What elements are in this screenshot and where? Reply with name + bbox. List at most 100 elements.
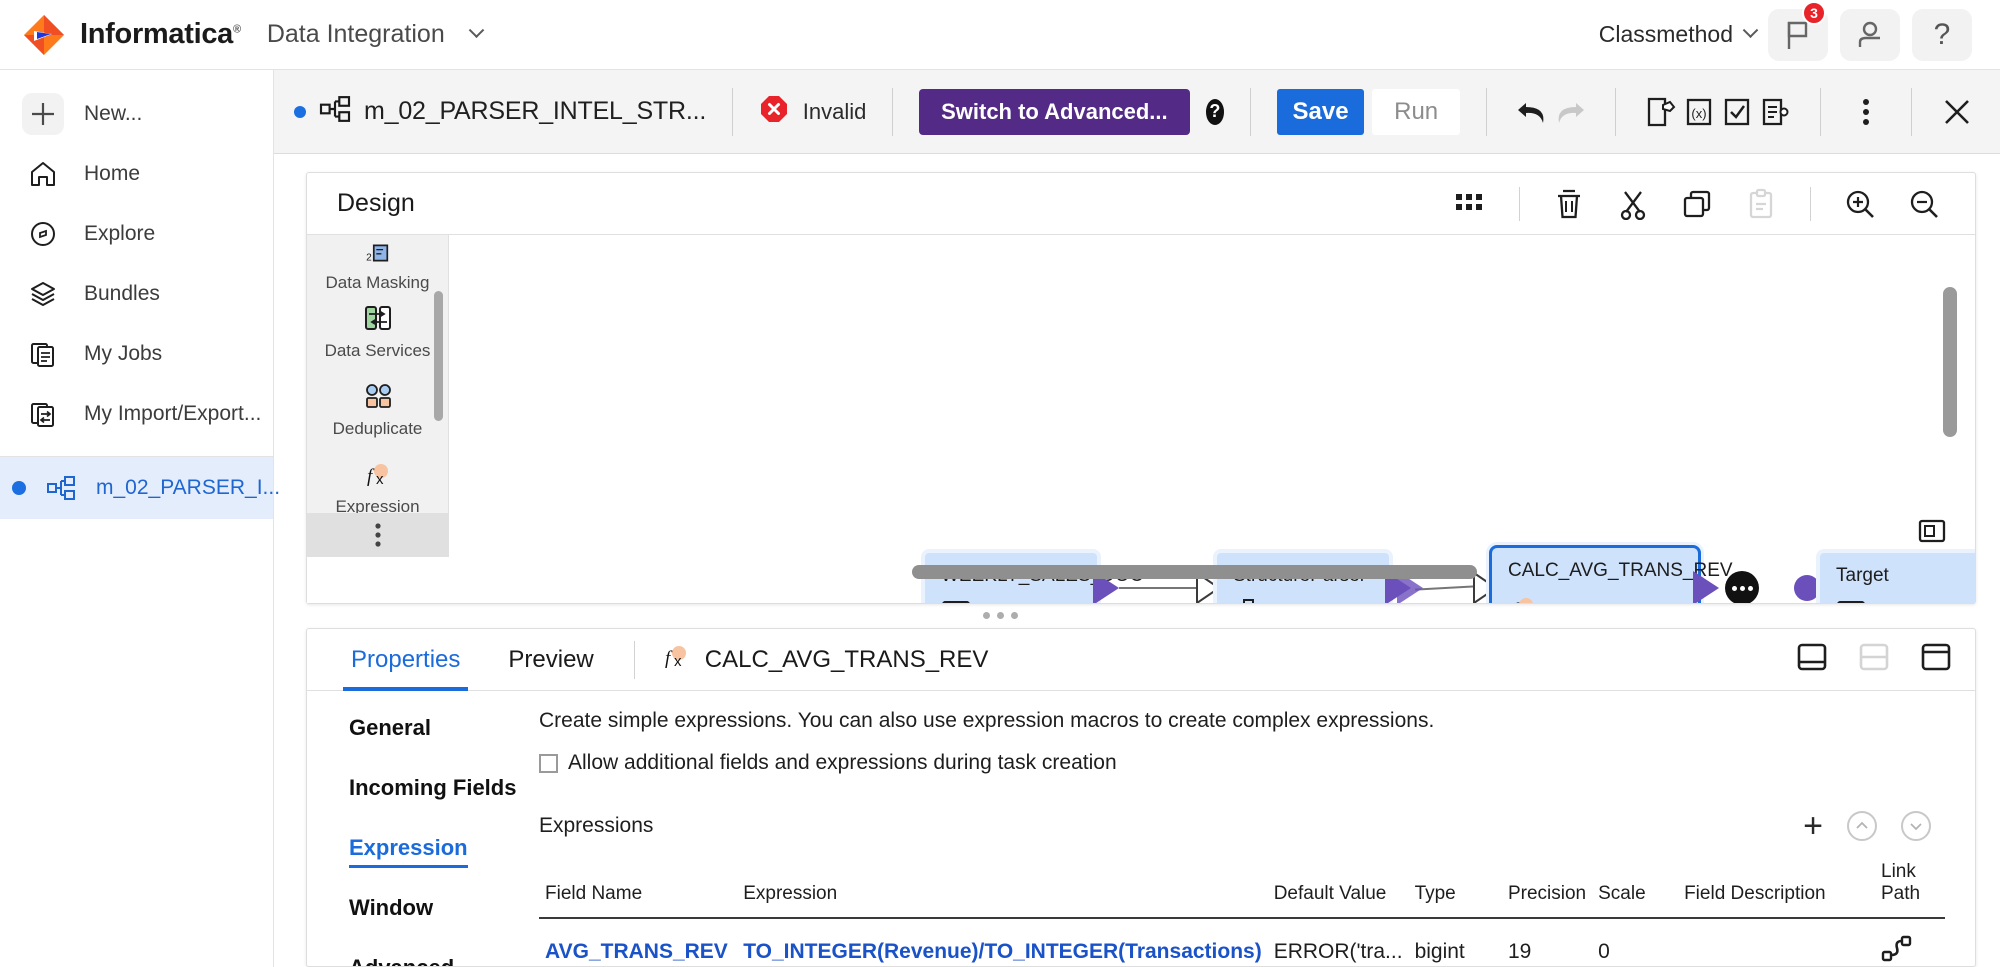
selected-object-header: fx CALC_AVG_TRANS_REV [661,642,989,677]
sidebar-item-my-import-export[interactable]: My Import/Export... [0,384,273,444]
redo-icon[interactable] [1551,85,1589,139]
mapping-icon [40,467,82,509]
palette-more-button[interactable] [307,513,448,557]
col-field-description: Field Description [1678,857,1875,919]
run-button[interactable]: Run [1372,88,1460,135]
toolbar-divider-7 [1911,87,1912,136]
canvas-horizontal-scrollbar[interactable] [912,565,1477,579]
tab-preview[interactable]: Preview [500,629,601,691]
transformation-palette[interactable]: 2 Data Masking Data Services Deduplicate [307,235,449,557]
cell-field-name[interactable]: AVG_TRANS_REV [545,940,728,963]
product-name: Data Integration [266,20,445,48]
expression-unconnected-indicator[interactable] [1725,571,1759,603]
properties-nav-window[interactable]: Window [349,895,433,921]
cell-field-description[interactable] [1678,918,1875,966]
palette-item-deduplicate[interactable]: Deduplicate [307,371,448,449]
add-expression-button[interactable]: + [1803,809,1823,843]
layout-bottom-icon[interactable] [1795,641,1829,678]
properties-nav-advanced[interactable]: Advanced [349,955,454,966]
allow-additional-fields-checkbox[interactable] [539,753,558,773]
product-chevron-down-icon[interactable] [468,22,485,39]
paste-icon[interactable] [1734,177,1788,231]
zoom-in-icon[interactable] [1833,177,1887,231]
move-up-button[interactable] [1847,811,1877,841]
expressions-label: Expressions [539,814,654,837]
table-row[interactable]: AVG_TRANS_REV TO_INTEGER(Revenue)/TO_INT… [539,918,1945,966]
home-icon [22,153,64,195]
brand-name: Informatica® [80,18,241,50]
copy-icon[interactable] [1670,177,1724,231]
sidebar-item-my-jobs[interactable]: My Jobs [0,324,273,384]
properties-body: General Incoming Fields Expression Windo… [307,691,1975,966]
mapping-canvas[interactable]: 2 Data Masking Data Services Deduplicate [307,235,1975,603]
link-parser-to-expression [1414,585,1476,591]
link-path-icon[interactable] [1881,935,1913,966]
undo-icon[interactable] [1513,85,1551,139]
properties-tab-divider [633,640,635,679]
cell-default-value[interactable]: ERROR('tra... [1268,918,1409,966]
sidebar-item-explore[interactable]: Explore [0,204,273,264]
invalid-icon [759,94,789,129]
sidebar-item-label-my-import-export: My Import/Export... [84,402,262,425]
switch-to-advanced-button[interactable]: Switch to Advanced... [919,88,1190,135]
palette-scrollbar[interactable] [434,291,443,421]
mapping-toolbar: m_02_PARSER_INTEL_STR... Invalid Switch … [274,70,2000,154]
layout-top-icon[interactable] [1919,641,1953,678]
col-scale: Scale [1592,857,1679,919]
node-calc-avg-trans-rev[interactable]: CALC_AVG_TRANS_REV fx [1489,545,1733,603]
parameters-icon[interactable] [1642,85,1680,139]
question-mark-icon: ? [1933,17,1951,51]
brand-area[interactable]: Informatica® Data Integration [0,13,485,57]
zoom-out-icon[interactable] [1897,177,1951,231]
sidebar-item-new[interactable]: New... [0,84,273,144]
unsaved-dot-icon [12,481,26,495]
palette-label-data-services: Data Services [324,340,431,360]
properties-nav-incoming-fields[interactable]: Incoming Fields [349,775,516,801]
org-chevron-down-icon[interactable] [1742,22,1759,39]
palette-item-data-masking[interactable]: 2 Data Masking [307,235,448,293]
notes-icon[interactable] [1756,85,1794,139]
panel-resize-grip[interactable] [0,612,2000,619]
mapping-type-icon [318,95,352,128]
cell-expression[interactable]: TO_INTEGER(Revenue)/TO_INTEGER(Transacti… [743,940,1262,963]
properties-nav-expression[interactable]: Expression [349,835,468,868]
more-options-icon[interactable] [1847,85,1885,139]
col-type: Type [1408,857,1502,919]
layout-split-icon[interactable] [1857,641,1891,678]
informatica-logo-icon [22,13,66,57]
sidebar-item-home[interactable]: Home [0,144,273,204]
variables-icon[interactable]: (x) [1680,85,1718,139]
validation-status: Invalid [759,94,866,129]
sidebar-open-document[interactable]: m_02_PARSER_I... [0,457,280,519]
cell-scale[interactable]: 0 [1592,918,1678,966]
validate-icon[interactable] [1718,85,1756,139]
toolbar-divider-4 [1485,87,1487,136]
user-profile-button[interactable] [1840,8,1900,61]
allow-additional-fields-row[interactable]: Allow additional fields and expressions … [539,751,1945,775]
move-down-button[interactable] [1901,811,1931,841]
tab-properties[interactable]: Properties [343,629,469,691]
svg-text:x: x [674,653,682,670]
help-button[interactable]: ? [1912,8,1972,61]
save-button[interactable]: Save [1276,88,1365,135]
advanced-help-icon[interactable]: ? [1205,98,1225,125]
delete-icon[interactable] [1542,177,1596,231]
grid-icon[interactable] [1443,177,1497,231]
notifications-button[interactable]: 3 [1768,0,1828,61]
palette-item-data-services[interactable]: Data Services [307,293,448,371]
canvas-overview-icon[interactable] [1917,516,1947,551]
org-switcher[interactable]: Classmethod [1599,21,1759,48]
properties-nav-general[interactable]: General [349,715,431,741]
cell-precision[interactable]: 19 [1502,918,1592,966]
design-toolbar-divider-1 [1519,186,1520,221]
sidebar-item-bundles[interactable]: Bundles [0,264,273,324]
sidebar-item-label-explore: Explore [84,222,156,245]
col-expression: Expression [737,857,1268,919]
cut-icon[interactable] [1606,177,1660,231]
node-target[interactable]: Target [1816,549,1975,603]
cell-type[interactable]: bigint [1409,918,1502,966]
canvas-vertical-scrollbar[interactable] [1943,287,1957,437]
close-icon[interactable] [1938,85,1976,139]
design-toolbar [1443,177,1951,231]
cell-link-path[interactable] [1875,918,1945,966]
